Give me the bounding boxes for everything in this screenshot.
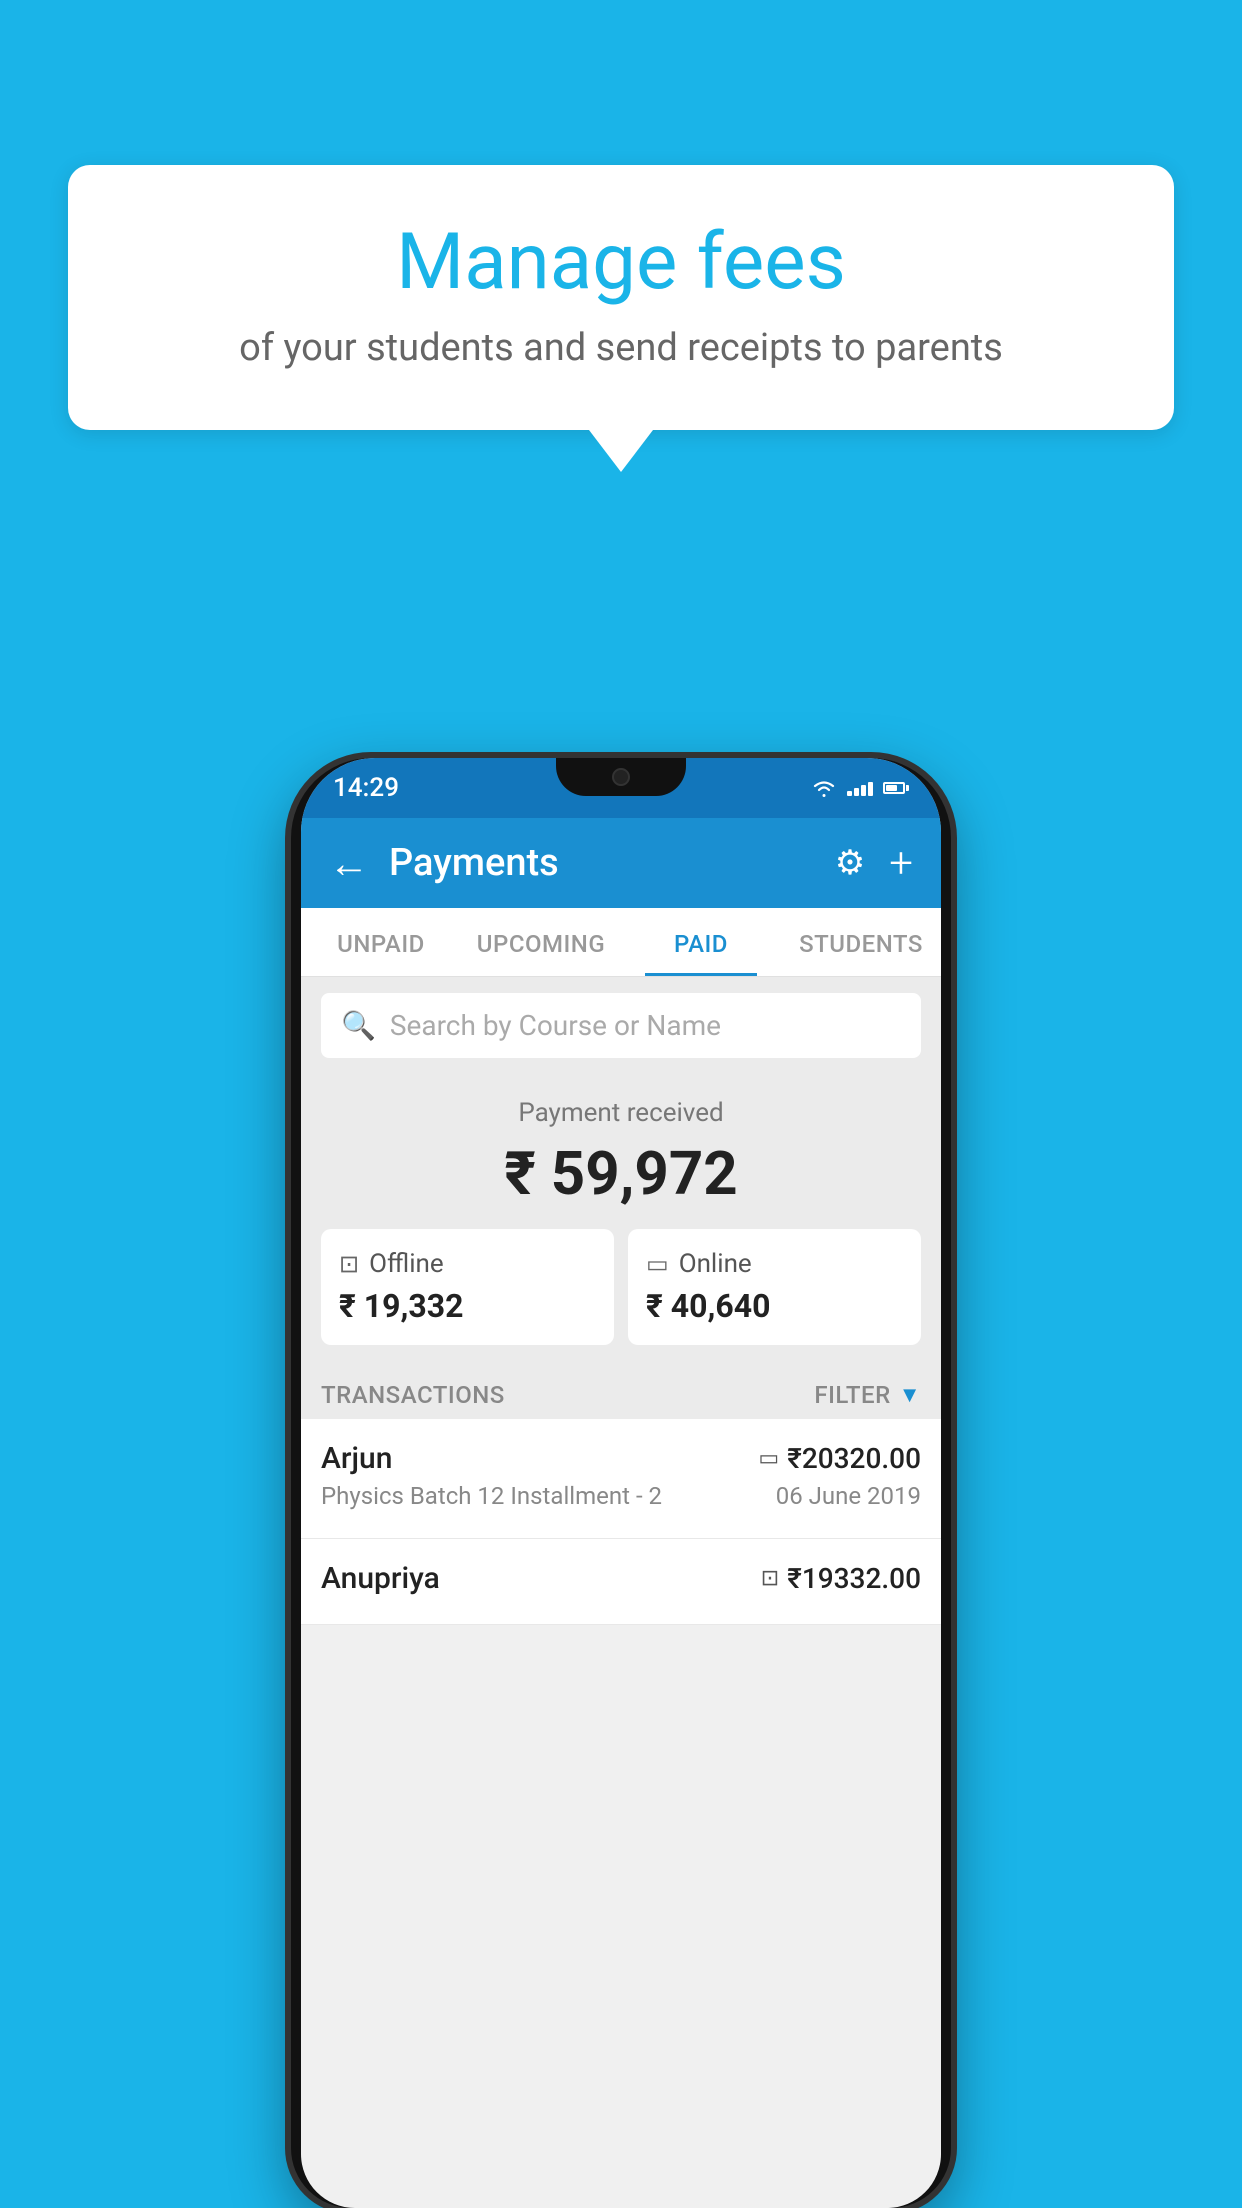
back-button[interactable]: ←	[329, 840, 369, 887]
tab-upcoming[interactable]: UPCOMING	[461, 908, 621, 976]
camera	[612, 768, 630, 786]
online-card: ▭ Online ₹ 40,640	[628, 1229, 921, 1345]
transaction-amount: ₹20320.00	[787, 1442, 921, 1475]
offline-card: ⊡ Offline ₹ 19,332	[321, 1229, 614, 1345]
tooltip-card: Manage fees of your students and send re…	[68, 165, 1174, 430]
background: Manage fees of your students and send re…	[0, 0, 1242, 2208]
status-time: 14:29	[333, 773, 399, 803]
transactions-header: TRANSACTIONS FILTER ▼	[301, 1365, 941, 1419]
transaction-amount-2: ₹19332.00	[787, 1562, 921, 1595]
payment-received-label: Payment received	[321, 1098, 921, 1128]
offline-payment-icon: ⊡	[761, 1566, 779, 1591]
online-amount: ₹ 40,640	[646, 1287, 903, 1325]
offline-amount: ₹ 19,332	[339, 1287, 596, 1325]
transaction-row-top: Arjun ▭ ₹20320.00	[321, 1441, 921, 1476]
tab-students[interactable]: STUDENTS	[781, 908, 941, 976]
wifi-icon	[811, 778, 837, 798]
payment-summary: Payment received ₹ 59,972	[301, 1074, 941, 1229]
offline-card-header: ⊡ Offline	[339, 1249, 596, 1279]
payment-cards: ⊡ Offline ₹ 19,332 ▭ Online ₹ 40,640	[301, 1229, 941, 1365]
transaction-amount-wrap: ▭ ₹20320.00	[758, 1442, 921, 1475]
settings-icon[interactable]: ⚙	[835, 843, 865, 883]
filter-label: FILTER	[814, 1381, 890, 1409]
transaction-amount-wrap-2: ⊡ ₹19332.00	[761, 1562, 921, 1595]
tooltip-subtitle: of your students and send receipts to pa…	[128, 326, 1114, 370]
transaction-course: Physics Batch 12 Installment - 2	[321, 1482, 662, 1510]
transaction-item-anupriya[interactable]: Anupriya ⊡ ₹19332.00	[301, 1539, 941, 1625]
header-icons: ⚙ +	[835, 839, 913, 888]
offline-label: Offline	[369, 1249, 444, 1279]
phone-notch	[556, 758, 686, 796]
search-box[interactable]: 🔍 Search by Course or Name	[321, 993, 921, 1058]
transaction-name: Arjun	[321, 1441, 392, 1476]
transaction-date: 06 June 2019	[776, 1482, 921, 1510]
status-icons	[811, 778, 909, 798]
tab-unpaid[interactable]: UNPAID	[301, 908, 461, 976]
search-icon: 🔍	[341, 1009, 376, 1042]
transaction-row-top-2: Anupriya ⊡ ₹19332.00	[321, 1561, 921, 1596]
transactions-label: TRANSACTIONS	[321, 1381, 505, 1409]
tab-paid[interactable]: PAID	[621, 908, 781, 976]
phone-screen: 14:29	[301, 758, 941, 2208]
signal-icon	[847, 780, 873, 796]
search-container: 🔍 Search by Course or Name	[301, 977, 941, 1074]
tabs-bar: UNPAID UPCOMING PAID STUDENTS	[301, 908, 941, 977]
transaction-name-2: Anupriya	[321, 1561, 440, 1596]
filter-button[interactable]: FILTER ▼	[814, 1381, 921, 1409]
transaction-row-bottom: Physics Batch 12 Installment - 2 06 June…	[321, 1482, 921, 1510]
search-placeholder: Search by Course or Name	[390, 1009, 721, 1042]
battery-icon	[883, 782, 909, 794]
online-payment-icon: ▭	[758, 1446, 779, 1471]
phone-frame: 14:29	[291, 758, 951, 2208]
transaction-item-arjun[interactable]: Arjun ▭ ₹20320.00 Physics Batch 12 Insta…	[301, 1419, 941, 1539]
online-label: Online	[679, 1249, 752, 1279]
offline-icon: ⊡	[339, 1250, 359, 1278]
online-icon: ▭	[646, 1250, 669, 1278]
payment-total-amount: ₹ 59,972	[321, 1138, 921, 1209]
filter-icon: ▼	[899, 1382, 921, 1408]
page-title: Payments	[389, 841, 815, 885]
online-card-header: ▭ Online	[646, 1249, 903, 1279]
tooltip-title: Manage fees	[128, 220, 1114, 306]
add-icon[interactable]: +	[889, 839, 913, 888]
app-header: ← Payments ⚙ +	[301, 818, 941, 908]
